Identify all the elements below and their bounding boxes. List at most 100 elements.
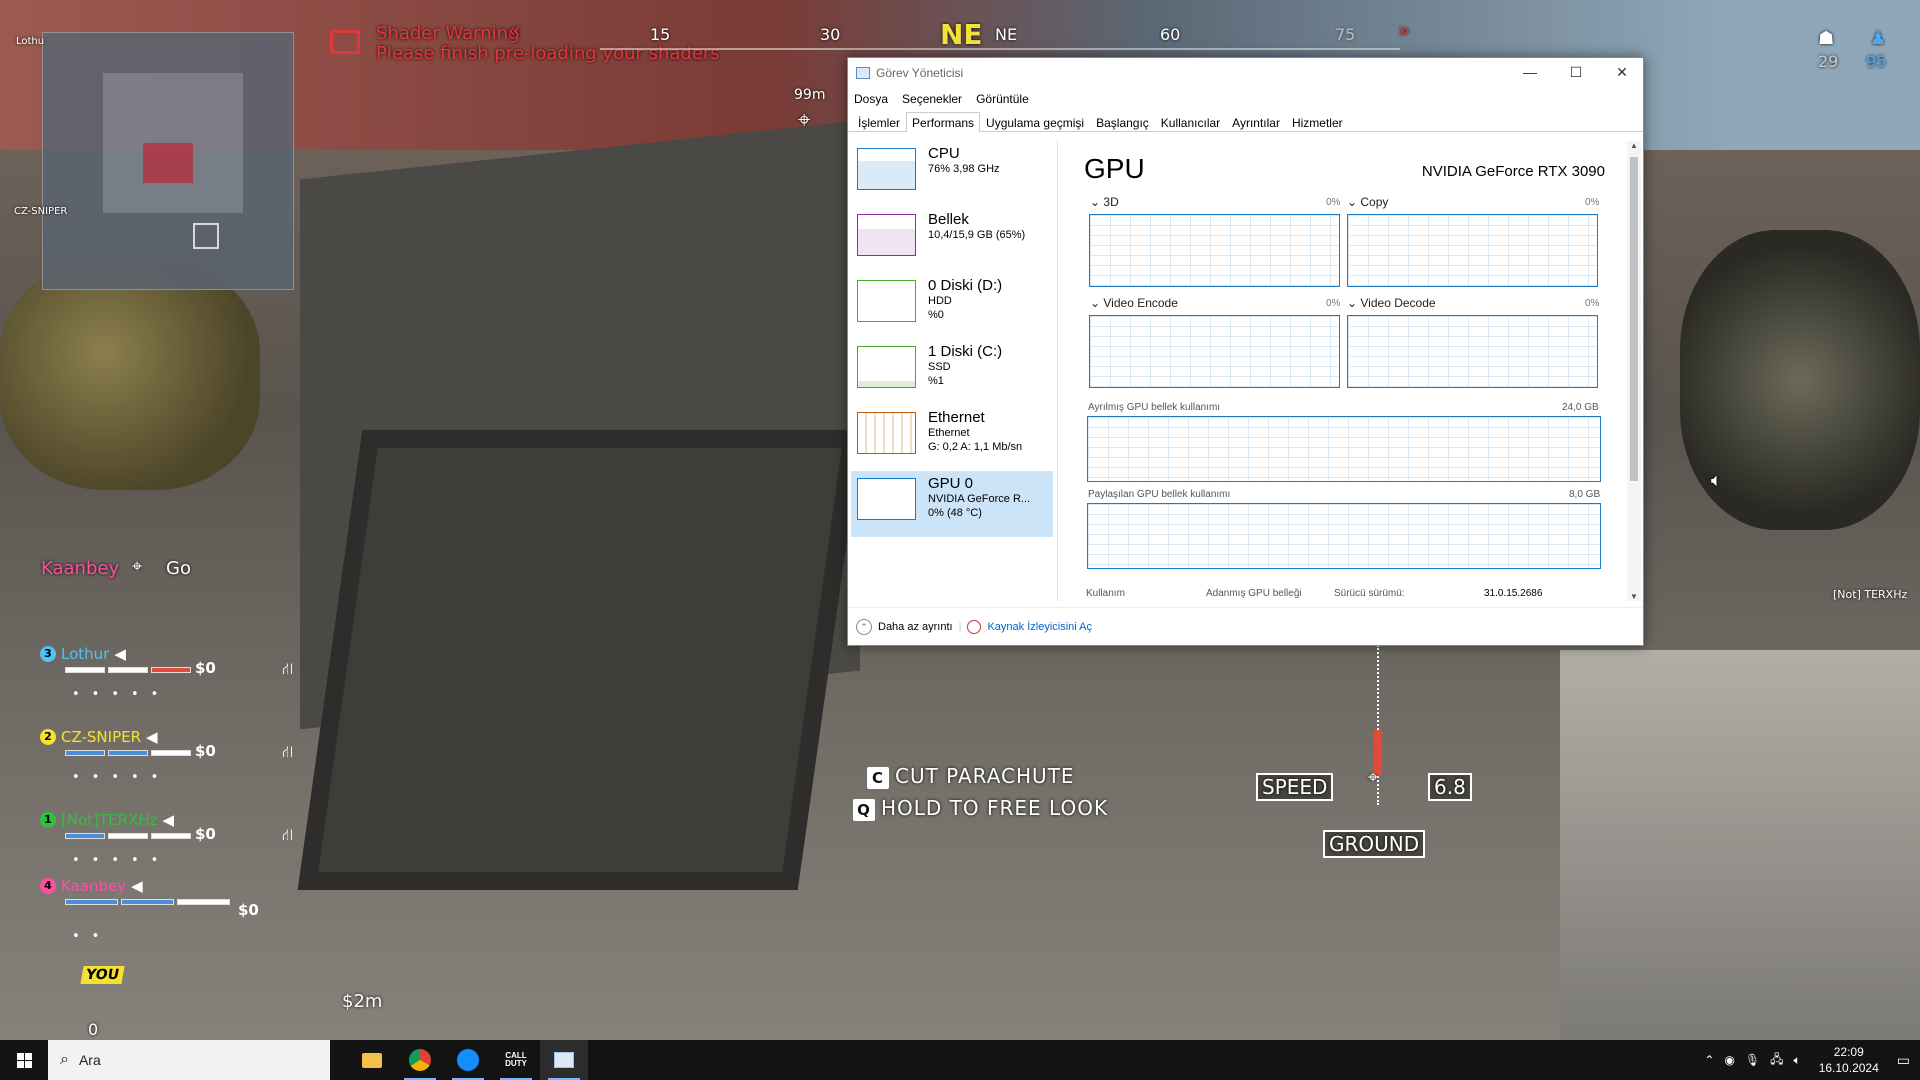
team-member: 2 CZ-SNIPER ◀ $0 ⛙ ••••• bbox=[40, 728, 320, 798]
tray-camera-icon[interactable]: ◉ bbox=[1724, 1053, 1734, 1067]
clock[interactable]: 22:09 16.10.2024 bbox=[1819, 1044, 1879, 1076]
fewer-details-link[interactable]: Daha az ayrıntı bbox=[878, 621, 953, 633]
speed-value: 6.8 bbox=[1428, 773, 1472, 801]
maximize-button[interactable]: ☐ bbox=[1553, 58, 1599, 88]
resource-sub2: %0 bbox=[928, 309, 944, 321]
engine-name: 3D bbox=[1103, 195, 1119, 209]
team-member-name: [Not]TERXHz bbox=[61, 811, 158, 829]
resource-monitor-icon bbox=[967, 619, 982, 634]
folder-icon bbox=[362, 1052, 382, 1068]
team-health-bar bbox=[65, 667, 191, 673]
minimap-label-czsniper: CZ-SNIPER bbox=[14, 206, 68, 217]
panel-divider bbox=[1057, 141, 1058, 601]
taskbar-file-explorer[interactable] bbox=[348, 1040, 396, 1080]
tray-microphone-icon[interactable]: 🎙︎ bbox=[1745, 1053, 1760, 1067]
resource-title: 0 Diski (D:) bbox=[928, 277, 1003, 294]
compass-mark-15: 15 bbox=[650, 25, 671, 44]
tray-volume-icon[interactable]: 🔈︎ bbox=[1794, 1053, 1801, 1068]
search-box[interactable]: ⌕ Ara bbox=[48, 1040, 330, 1080]
speed-label: SPEED bbox=[1256, 773, 1334, 801]
engine-pct-video-decode: 0% bbox=[1585, 298, 1600, 309]
close-button[interactable]: ✕ bbox=[1599, 58, 1645, 88]
taskbar: ⌕ Ara CALL DUTY ⌃ ◉ 🎙︎ 🖧︎ 🔈︎ 22:09 16.10.… bbox=[0, 1040, 1920, 1080]
taskbar-call-of-duty[interactable]: CALL DUTY bbox=[492, 1040, 540, 1080]
team-member-name: CZ-SNIPER bbox=[61, 728, 142, 746]
scene-ground-right bbox=[1560, 650, 1920, 1040]
scene-frame bbox=[297, 430, 863, 890]
ping-player: Kaanbey bbox=[41, 558, 120, 579]
right-player-name: [Not] TERXHz bbox=[1833, 588, 1908, 601]
minimap[interactable] bbox=[42, 32, 294, 290]
key-q: Q bbox=[853, 799, 875, 821]
gpu-heading: GPU bbox=[1084, 153, 1145, 184]
chrome-icon bbox=[409, 1049, 431, 1071]
minimap-label-lothu: Lothu bbox=[16, 36, 45, 47]
taskbar-chrome[interactable] bbox=[396, 1040, 444, 1080]
start-button[interactable] bbox=[0, 1040, 48, 1080]
team-member-cash: $0 bbox=[195, 742, 216, 760]
resource-cpu[interactable]: CPU 76% 3,98 GHz bbox=[851, 141, 1053, 207]
team-armor-dots: ••••• bbox=[72, 853, 171, 868]
gpu-model-name: NVIDIA GeForce RTX 3090 bbox=[1421, 163, 1605, 180]
resource-sub2: G: 0,2 A: 1,1 Mb/sn bbox=[928, 441, 1023, 453]
minimize-button[interactable]: — bbox=[1507, 58, 1553, 88]
key-c: C bbox=[867, 767, 889, 789]
tab-services[interactable]: Hizmetler bbox=[1286, 112, 1349, 131]
notification-icon[interactable]: ▭ bbox=[1897, 1052, 1910, 1069]
menu-file[interactable]: Dosya bbox=[854, 92, 888, 106]
taskbar-task-manager[interactable] bbox=[540, 1040, 588, 1080]
menu-view[interactable]: Görüntüle bbox=[976, 92, 1029, 106]
tab-startup[interactable]: Başlangıç bbox=[1090, 112, 1155, 131]
resource-sub: NVIDIA GeForce R... bbox=[928, 493, 1031, 505]
resource-memory[interactable]: Bellek 10,4/15,9 GB (65%) bbox=[851, 207, 1053, 273]
tab-details[interactable]: Ayrıntılar bbox=[1226, 112, 1286, 131]
driver-version-value: 31.0.15.2686 bbox=[1484, 588, 1543, 599]
taskbar-battlenet[interactable] bbox=[444, 1040, 492, 1080]
dedicated-memory-graph bbox=[1087, 416, 1601, 482]
engine-label-3d: ⌄ 3D bbox=[1090, 195, 1119, 209]
tray-network-icon[interactable]: 🖧︎ bbox=[1770, 1050, 1783, 1071]
engine-graph-video-decode bbox=[1347, 315, 1598, 388]
tab-bar: İşlemler Performans Uygulama geçmişi Baş… bbox=[848, 112, 1643, 132]
team-number-badge: 1 bbox=[40, 812, 56, 828]
tray-chevron-up-icon[interactable]: ⌃ bbox=[1704, 1053, 1714, 1067]
team-member: 4 Kaanbey ◀ $0 •• bbox=[40, 877, 320, 947]
tab-users[interactable]: Kullanıcılar bbox=[1155, 112, 1226, 131]
scrollbar-thumb[interactable] bbox=[1630, 157, 1638, 481]
ethernet-thumbnail-graph bbox=[857, 412, 916, 454]
resource-disk-c[interactable]: 1 Diski (C:) SSD %1 bbox=[851, 339, 1053, 405]
resource-sub: 76% 3,98 GHz bbox=[928, 163, 1000, 175]
search-placeholder: Ara bbox=[78, 1052, 101, 1068]
resource-ethernet[interactable]: Ethernet Ethernet G: 0,2 A: 1,1 Mb/sn bbox=[851, 405, 1053, 471]
resource-title: Ethernet bbox=[928, 409, 985, 426]
tab-processes[interactable]: İşlemler bbox=[852, 112, 906, 131]
resource-title: GPU 0 bbox=[928, 475, 974, 492]
chevron-up-icon[interactable]: ⌃ bbox=[856, 618, 872, 635]
resource-sub: Ethernet bbox=[928, 427, 970, 439]
resource-title: CPU bbox=[928, 145, 960, 162]
menu-options[interactable]: Seçenekler bbox=[902, 92, 962, 106]
resource-disk-d[interactable]: 0 Diski (D:) HDD %0 bbox=[851, 273, 1053, 339]
engine-graph-copy bbox=[1347, 214, 1598, 287]
scroll-up-arrow-icon[interactable]: ▲ bbox=[1627, 141, 1641, 150]
compass-mark-75: 75 bbox=[1335, 25, 1356, 44]
title-bar[interactable]: Görev Yöneticisi — ☐ ✕ bbox=[848, 58, 1643, 88]
scroll-down-arrow-icon[interactable]: ▼ bbox=[1627, 592, 1641, 601]
team-member: 1 [Not]TERXHz ◀ $0 ⛙ ••••• bbox=[40, 811, 320, 881]
resource-gpu[interactable]: GPU 0 NVIDIA GeForce R... 0% (48 °C) bbox=[851, 471, 1053, 537]
engine-name: Video Encode bbox=[1103, 296, 1178, 310]
task-manager-window[interactable]: Görev Yöneticisi — ☐ ✕ Dosya Seçenekler … bbox=[847, 57, 1644, 646]
team-member-name: Lothur bbox=[61, 645, 110, 663]
altitude-crosshair-icon: ⌖ bbox=[1368, 767, 1379, 788]
ground-label: GROUND bbox=[1323, 830, 1426, 858]
free-look-prompt: Q HOLD TO FREE LOOK bbox=[853, 796, 1108, 821]
team-member-cash: $0 bbox=[195, 659, 216, 677]
tab-performance[interactable]: Performans bbox=[906, 112, 981, 132]
shared-memory-graph bbox=[1087, 503, 1601, 569]
task-manager-icon bbox=[554, 1052, 574, 1068]
resource-monitor-link[interactable]: Kaynak İzleyicisini Aç bbox=[987, 621, 1092, 633]
memory-thumbnail-graph bbox=[857, 214, 916, 256]
disk-c-thumbnail-graph bbox=[857, 346, 916, 388]
tab-app-history[interactable]: Uygulama geçmişi bbox=[980, 112, 1090, 131]
scrollbar[interactable]: ▲ ▼ bbox=[1627, 141, 1641, 601]
